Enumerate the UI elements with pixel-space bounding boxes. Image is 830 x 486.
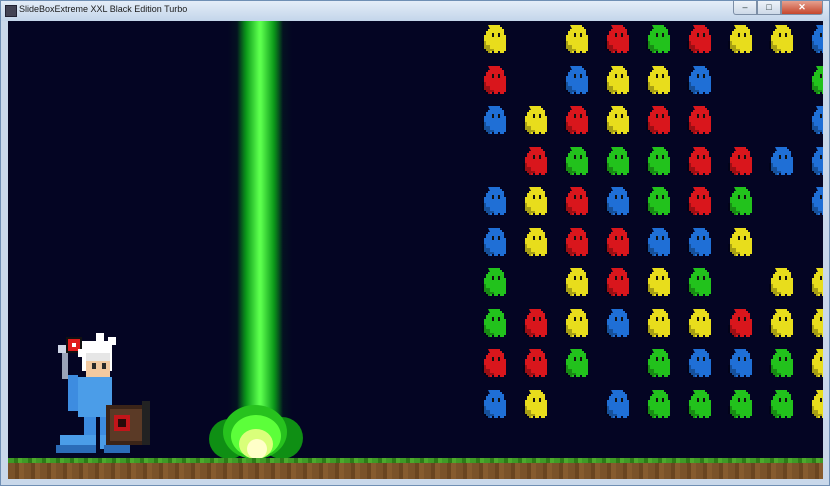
enemy-ghost-red (687, 146, 711, 175)
enemy-ghost-yellow (810, 349, 823, 377)
enemy-ghost-blue (605, 187, 629, 215)
enemy-ghost-blue (482, 106, 506, 134)
enemy-ghost-yellow (810, 268, 823, 296)
ground-terrain (8, 458, 823, 479)
enemy-ghost-blue (810, 146, 823, 175)
close-button[interactable]: ✕ (781, 1, 823, 15)
enemy-ghost-yellow (482, 25, 506, 53)
enemy-ghost-green (769, 389, 793, 418)
minimize-button[interactable]: – (733, 1, 757, 15)
enemy-ghost-green (564, 349, 588, 377)
enemy-ghost-blue (482, 389, 506, 418)
enemy-ghost-green (646, 349, 670, 377)
enemy-ghost-blue (810, 187, 823, 215)
enemy-ghost-blue (769, 146, 793, 175)
window-controls: – □ ✕ (733, 1, 823, 15)
enemy-ghost-red (523, 308, 547, 337)
enemy-ghost-green (605, 146, 629, 175)
enemy-ghost-yellow (564, 308, 588, 337)
enemy-ghost-red (687, 25, 711, 53)
enemy-ghost-blue (810, 106, 823, 134)
enemy-ghost-red (564, 227, 588, 256)
enemy-ghost-green (769, 349, 793, 377)
enemy-ghost-blue (482, 227, 506, 256)
enemy-ghost-red (687, 106, 711, 134)
enemy-ghost-yellow (605, 106, 629, 134)
enemy-ghost-green (687, 389, 711, 418)
enemy-ghost-green (646, 25, 670, 53)
enemy-ghost-yellow (564, 268, 588, 296)
enemy-ghost-red (523, 146, 547, 175)
game-canvas[interactable] (8, 21, 823, 479)
player-character (48, 331, 152, 461)
enemy-ghost-green (728, 389, 752, 418)
enemy-ghost-red (687, 187, 711, 215)
enemy-ghost-yellow (523, 227, 547, 256)
enemy-ghost-yellow (728, 25, 752, 53)
maximize-icon: □ (766, 2, 772, 12)
minimize-icon: – (742, 2, 748, 12)
enemy-ghost-yellow (769, 25, 793, 53)
game-window: SlideBoxExtreme XXL Black Edition Turbo … (0, 0, 830, 486)
enemy-ghost-red (646, 106, 670, 134)
enemy-ghost-yellow (687, 308, 711, 337)
enemy-ghost-yellow (523, 389, 547, 418)
enemy-ghost-yellow (564, 25, 588, 53)
enemy-ghost-green (728, 187, 752, 215)
enemy-ghost-red (482, 349, 506, 377)
enemy-ghost-red (605, 268, 629, 296)
enemy-ghost-red (564, 187, 588, 215)
enemy-ghost-green (646, 389, 670, 418)
enemy-ghost-red (728, 146, 752, 175)
enemy-ghost-blue (646, 227, 670, 256)
beam-impact-explosion (209, 401, 303, 461)
enemy-ghost-blue (564, 65, 588, 94)
enemy-ghost-yellow (728, 227, 752, 256)
enemy-ghost-green (482, 268, 506, 296)
enemy-ghost-blue (687, 227, 711, 256)
enemy-ghost-green (810, 65, 823, 94)
window-title: SlideBoxExtreme XXL Black Edition Turbo (19, 4, 188, 14)
enemy-ghost-blue (728, 349, 752, 377)
enemy-ghost-yellow (810, 389, 823, 418)
enemy-ghost-blue (687, 349, 711, 377)
enemy-ghost-green (564, 146, 588, 175)
close-icon: ✕ (798, 2, 806, 12)
enemy-ghost-blue (810, 25, 823, 53)
enemy-ghost-yellow (769, 308, 793, 337)
enemy-ghost-blue (605, 308, 629, 337)
enemy-ghost-red (564, 106, 588, 134)
enemy-ghost-red (523, 349, 547, 377)
enemy-ghost-red (482, 65, 506, 94)
enemy-ghost-blue (605, 389, 629, 418)
enemy-ghost-green (482, 308, 506, 337)
laser-beam (237, 21, 283, 436)
title-bar[interactable]: SlideBoxExtreme XXL Black Edition Turbo … (1, 1, 829, 21)
enemy-ghost-yellow (523, 106, 547, 134)
enemy-ghost-red (728, 308, 752, 337)
enemy-ghost-green (646, 146, 670, 175)
enemy-ghost-yellow (605, 65, 629, 94)
enemy-ghost-blue (687, 65, 711, 94)
app-icon (5, 5, 17, 17)
enemy-ghost-green (687, 268, 711, 296)
enemy-ghost-yellow (769, 268, 793, 296)
enemy-ghost-yellow (810, 308, 823, 337)
enemy-ghost-yellow (646, 308, 670, 337)
enemy-ghost-red (605, 227, 629, 256)
enemy-ghost-red (605, 25, 629, 53)
enemy-ghost-blue (482, 187, 506, 215)
enemy-ghost-green (646, 187, 670, 215)
maximize-button[interactable]: □ (757, 1, 781, 15)
enemy-ghost-yellow (523, 187, 547, 215)
enemy-ghost-yellow (646, 65, 670, 94)
enemy-ghost-yellow (646, 268, 670, 296)
